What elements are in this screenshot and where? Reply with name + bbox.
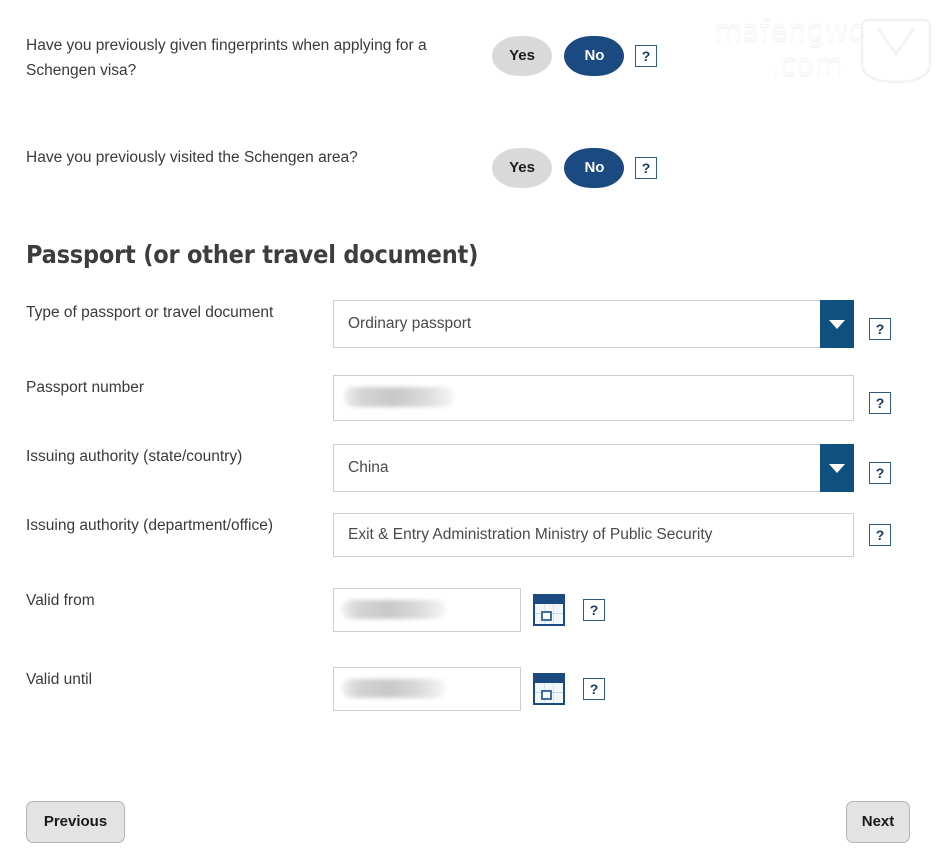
next-button[interactable]: Next [846,801,910,843]
label-issuing-authority-country: Issuing authority (state/country) [26,448,243,465]
calendar-icon-valid-from[interactable] [533,594,566,626]
issuing-authority-country-select[interactable]: China [333,444,854,492]
issuing-authority-country-value: China [348,459,389,476]
help-icon-fingerprints[interactable]: ? [635,45,657,67]
help-icon-issuing-authority-office[interactable]: ? [869,524,891,546]
chevron-down-icon-issuing-country[interactable] [820,444,854,492]
chevron-down-icon-passport-type[interactable] [820,300,854,348]
calendar-icon-valid-until[interactable] [533,673,566,705]
fingerprints-yes-button[interactable]: Yes [492,36,552,76]
fingerprints-no-button[interactable]: No [564,36,625,76]
label-passport-number: Passport number [26,379,145,396]
watermark: mafengwo .com [710,8,940,94]
toggle-group-fingerprints: Yes No [492,36,625,76]
watermark-text: mafengwo .com [710,14,870,82]
help-icon-passport-type[interactable]: ? [869,318,891,340]
label-passport-type: Type of passport or travel document [26,304,274,321]
passport-number-input[interactable] [333,375,854,421]
valid-from-redacted-value [342,600,446,619]
help-icon-visited-schengen[interactable]: ? [635,157,657,179]
label-valid-from: Valid from [26,592,95,609]
field-wrap-passport-number [333,375,854,421]
valid-until-input[interactable] [333,667,521,711]
help-icon-passport-number[interactable]: ? [869,392,891,414]
toggle-group-visited-schengen: Yes No [492,148,625,188]
field-wrap-issuing-authority-office: Exit & Entry Administration Ministry of … [333,513,854,557]
mafengwo-logo-icon [860,18,932,84]
question-label-fingerprints: Have you previously given fingerprints w… [26,37,427,79]
label-valid-until: Valid until [26,671,93,688]
help-icon-valid-until[interactable]: ? [583,678,605,700]
watermark-line-2: .com [771,48,843,82]
passport-type-value: Ordinary passport [348,315,472,332]
help-icon-valid-from[interactable]: ? [583,599,605,621]
question-label-visited-schengen: Have you previously visited the Schengen… [26,149,358,166]
valid-from-input[interactable] [333,588,521,632]
section-heading-passport: Passport (or other travel document) [26,240,479,269]
passport-number-redacted-value [344,387,454,407]
help-icon-issuing-authority-country[interactable]: ? [869,462,891,484]
passport-type-select[interactable]: Ordinary passport [333,300,854,348]
issuing-authority-office-value: Exit & Entry Administration Ministry of … [348,526,713,543]
field-wrap-issuing-authority-country: China [333,444,854,492]
visited-schengen-no-button[interactable]: No [564,148,625,188]
field-wrap-valid-from [333,588,566,632]
field-wrap-passport-type: Ordinary passport [333,300,854,348]
visited-schengen-yes-button[interactable]: Yes [492,148,552,188]
issuing-authority-office-input[interactable]: Exit & Entry Administration Ministry of … [333,513,854,557]
valid-until-redacted-value [342,679,446,698]
label-issuing-authority-office: Issuing authority (department/office) [26,517,273,534]
watermark-line-1: mafengwo [713,14,867,48]
field-wrap-valid-until [333,667,566,711]
previous-button[interactable]: Previous [26,801,125,843]
